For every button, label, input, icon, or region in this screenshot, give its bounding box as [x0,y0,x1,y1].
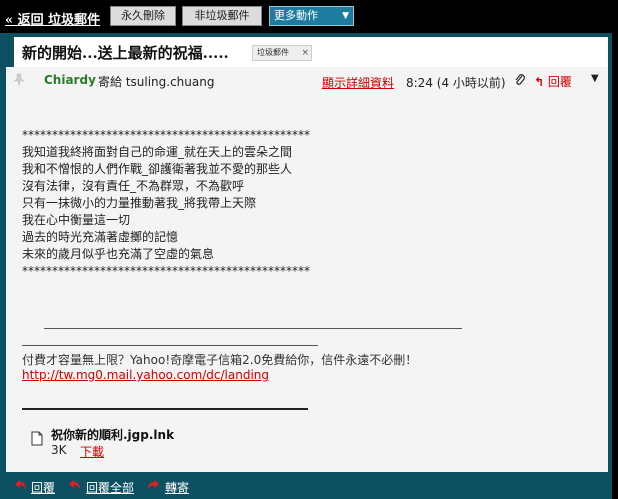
reply-arrow-icon: ↰ [534,75,545,89]
file-icon [31,431,43,446]
body-line: 過去的時光充滿著虛擲的記憶 [22,230,179,244]
download-link[interactable]: 下載 [80,443,104,460]
promo-text: 付費才容量無上限？Yahoo!奇摩電子信箱2.0免費給你，信件永遠不必刪！ [22,353,418,367]
body-line: 我知道我終將面對自己的命運_就在天上的雲朵之間 [22,145,293,159]
promo-divider [22,345,318,346]
forward-button[interactable]: 轉寄 [165,479,189,496]
body-line: 沒有法律，沒有責任_不為群眾，不為歡呼 [22,179,245,193]
reply-all-button[interactable]: 回覆全部 [86,479,134,496]
attachment-name: 祝你新的順利.jgp.lnk [51,428,175,442]
reply-label: 回覆 [547,75,572,89]
message-time: 8:24 (4 小時以前) [406,76,506,90]
paperclip-icon [515,74,525,85]
bottom-actions: 回覆 回覆全部 轉寄 [0,474,612,499]
pin-icon[interactable] [12,73,26,87]
message-panel: Chiardy 寄給 tsuling.chuang 顯示詳細資料 8:24 (4… [6,67,608,472]
signature-divider [44,328,462,329]
spam-label-tag: 垃圾郵件 × [252,45,312,61]
reply-button-bottom[interactable]: 回覆 [31,479,55,496]
top-toolbar: « 返回 垃圾郵件 永久刪除 非垃圾郵件 更多動作 ▼ [0,0,618,33]
reply-arrow-icon [15,480,26,490]
body-line: 只有一抹微小的力量推動著我_將我帶上天際 [22,196,257,210]
show-details-link[interactable]: 顯示詳細資料 [322,74,394,91]
body-line: 我和不憎恨的人們作戰_卻護衛著我並不愛的那些人 [22,162,293,176]
body-line: ****************************************… [22,128,310,142]
chevron-down-icon: ▼ [342,11,349,21]
reply-button[interactable]: ↰ 回覆 [534,73,572,90]
body-line: ****************************************… [22,264,310,278]
more-actions-label: 更多動作 [274,9,318,22]
more-actions-select[interactable]: 更多動作 ▼ [269,6,354,26]
message-subject: 新的開始...送上最新的祝福..... [22,44,229,62]
forward-arrow-icon [148,480,159,490]
recipient-text: 寄給 tsuling.chuang [98,75,215,89]
subject-bar: 新的開始...送上最新的祝福..... 垃圾郵件 × [14,37,608,67]
attachment-divider [22,408,308,410]
spam-label-text: 垃圾郵件 [257,48,289,57]
promo-link[interactable]: http://tw.mg0.mail.yahoo.com/dc/landing [22,368,269,382]
message-body: ****************************************… [22,127,582,280]
not-spam-button[interactable]: 非垃圾郵件 [182,6,262,26]
reply-all-arrow-icon [69,480,80,490]
delete-forever-button[interactable]: 永久刪除 [110,6,176,26]
attachment-size: 3K [51,443,67,457]
sender-name[interactable]: Chiardy [44,73,96,87]
message-menu-icon[interactable]: ▼ [591,73,599,84]
body-line: 未來的歲月似乎也充滿了空虛的氣息 [22,247,215,261]
back-to-spam-link[interactable]: « 返回 垃圾郵件 [5,9,100,28]
body-line: 我在心中衡量這一切 [22,213,131,227]
remove-label-icon[interactable]: × [301,46,309,60]
